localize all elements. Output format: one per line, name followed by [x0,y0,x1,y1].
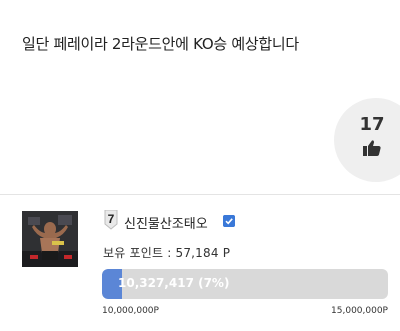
points-balance: 보유 포인트 : 57,184 P [103,246,231,260]
points-progress-bar: 10,327,417 (7%) [102,269,388,299]
comment-text: 일단 페레이라 2라운드안에 KO승 예상합니다 [22,35,299,53]
username[interactable]: 신진물산조태오 [124,213,208,232]
level-badge-icon: 7 [104,210,118,230]
progress-label: 10,327,417 (7%) [118,276,230,290]
svg-text:7: 7 [108,212,115,226]
check-badge-icon [223,215,235,227]
progress-max-label: 15,000,000P [331,306,388,316]
like-button[interactable]: 17 [334,98,400,182]
thumbs-up-icon [363,140,381,156]
comment-post: 일단 페레이라 2라운드안에 KO승 예상합니다 17 [0,0,400,195]
progress-min-label: 10,000,000P [102,306,159,316]
avatar[interactable] [22,211,78,267]
like-count: 17 [359,114,385,135]
fighter-photo [22,211,78,267]
user-profile-card: 7 신진물산조태오 보유 포인트 : 57,184 P 10,327,417 (… [0,196,400,331]
